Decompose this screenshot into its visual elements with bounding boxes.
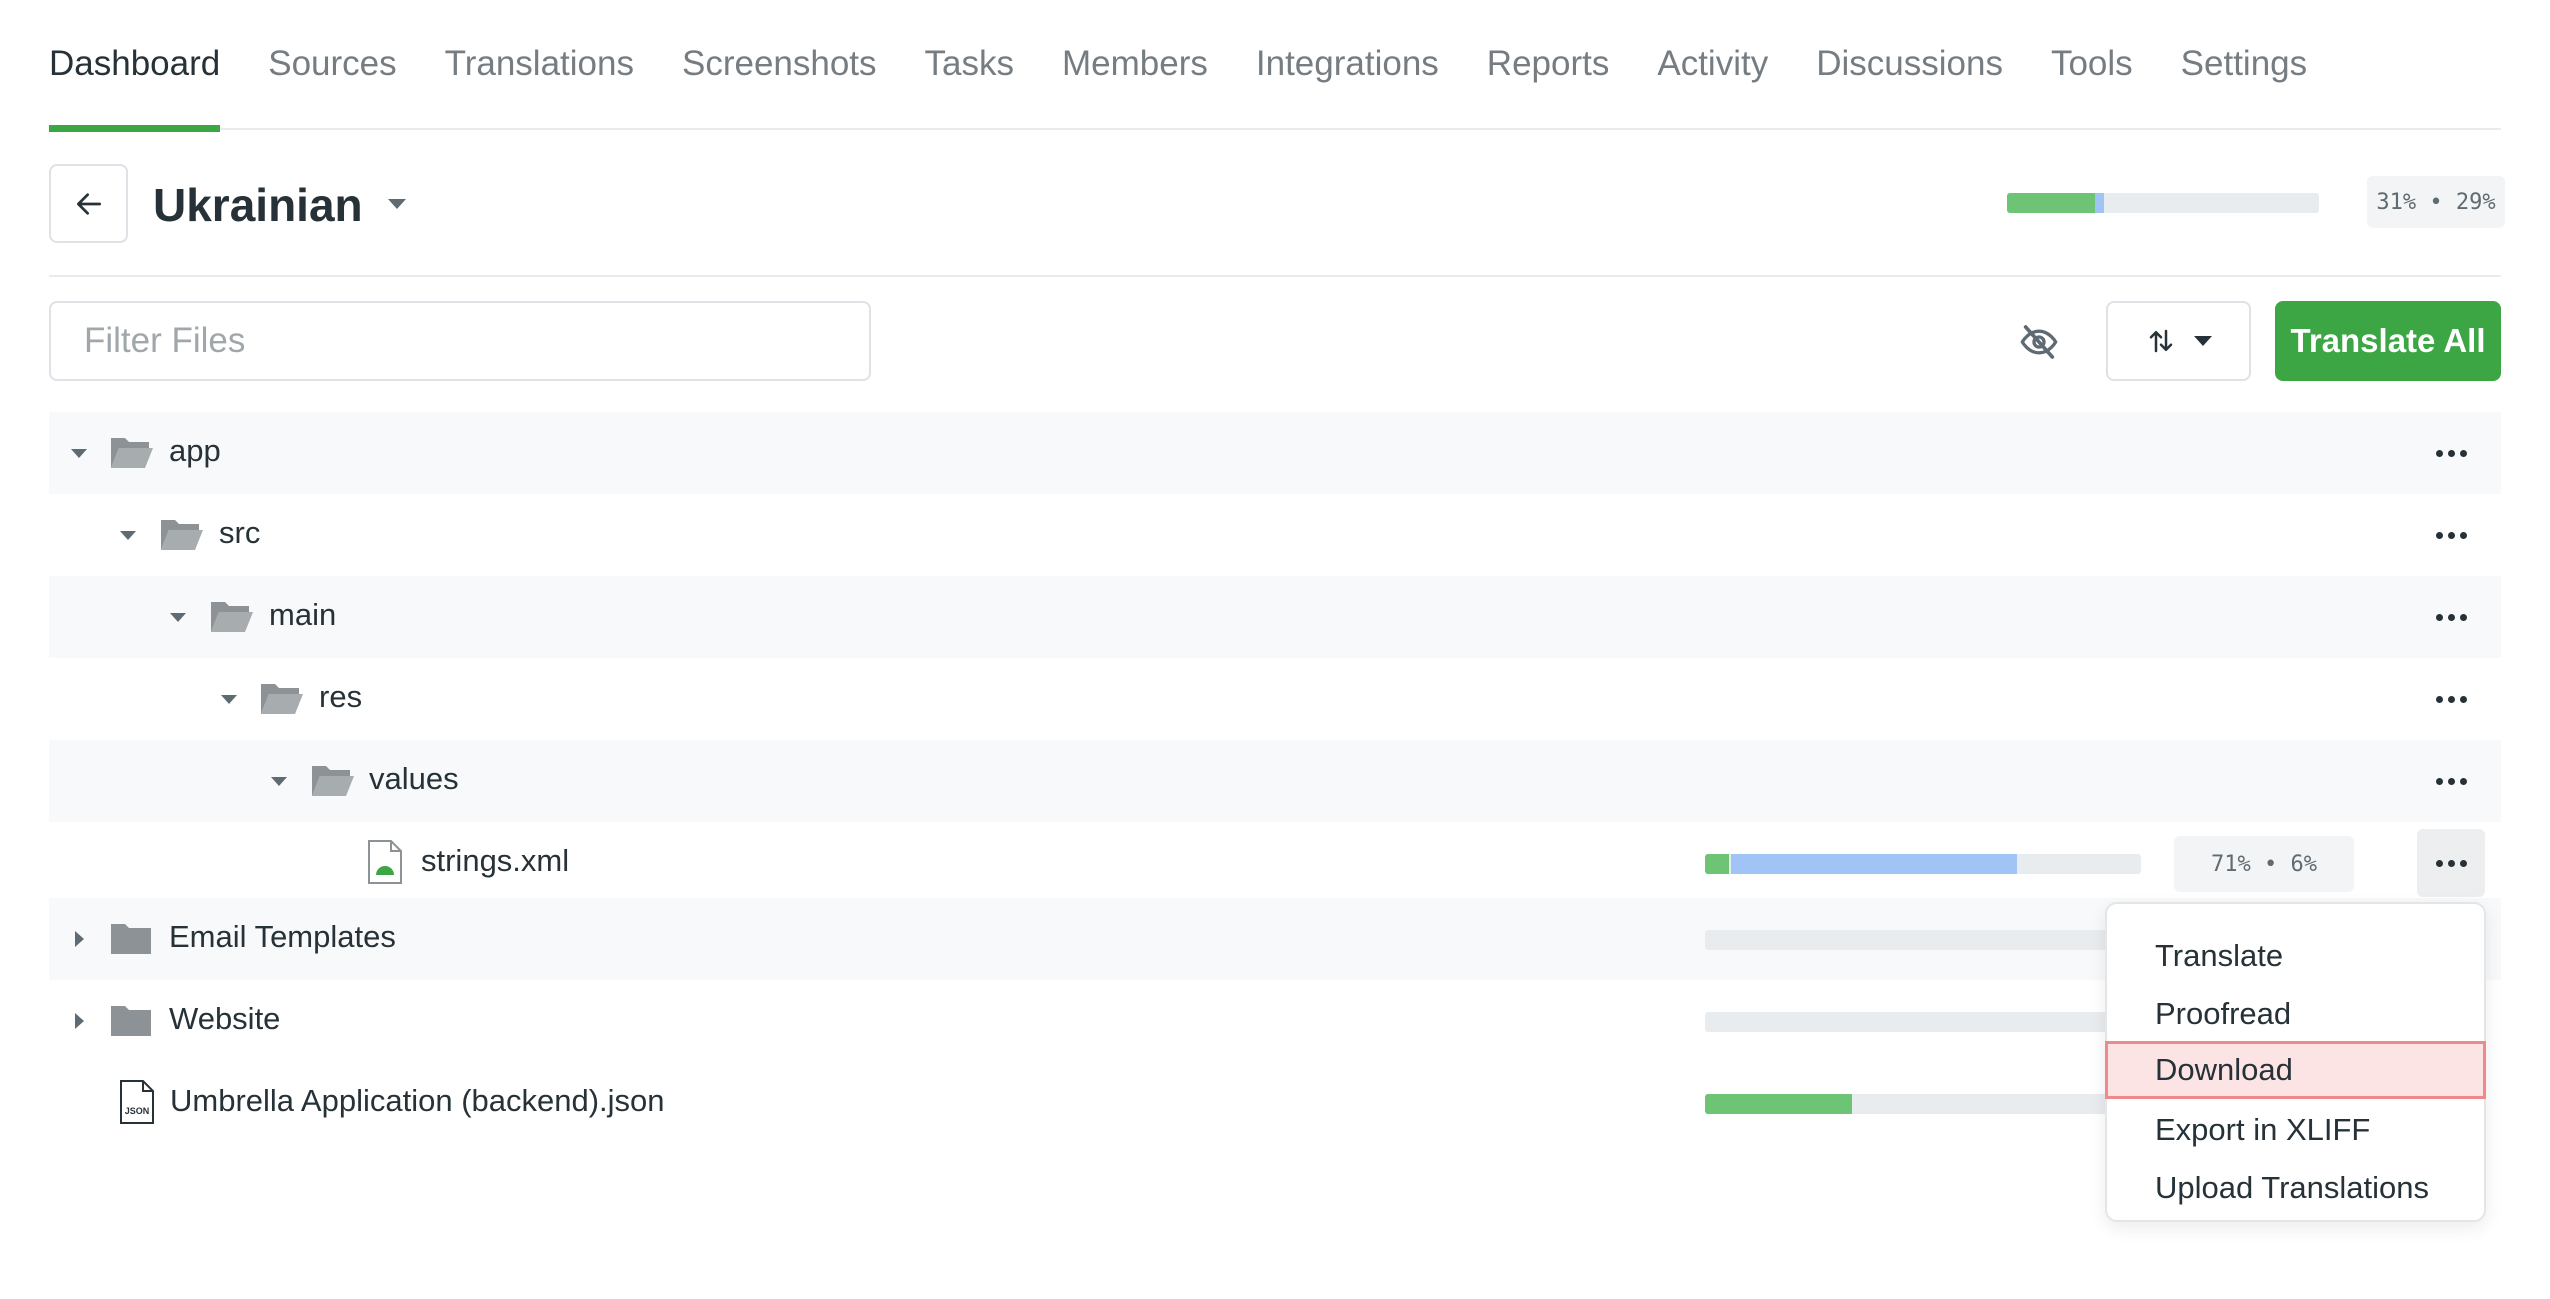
folder-open-icon [111, 438, 153, 468]
translate-all-button[interactable]: Translate All [2275, 301, 2501, 381]
tree-row-src[interactable]: src [49, 494, 2501, 576]
chevron-down-icon[interactable] [271, 777, 287, 786]
chevron-down-icon[interactable] [71, 449, 87, 458]
more-actions-button[interactable] [2417, 675, 2485, 723]
tab-members[interactable]: Members [1062, 0, 1208, 130]
sort-button[interactable] [2106, 301, 2251, 381]
folder-open-icon [261, 684, 303, 714]
json-icon-text: JSON [125, 1106, 150, 1116]
tab-dashboard[interactable]: Dashboard [49, 0, 221, 132]
tab-tasks[interactable]: Tasks [925, 0, 1014, 130]
tree-item-label: Website [169, 1001, 281, 1036]
eye-slash-icon [2020, 325, 2058, 359]
sort-caret-icon [2193, 336, 2212, 346]
tree-item-label: src [219, 515, 261, 550]
progress-translated [1731, 854, 2017, 874]
tab-settings[interactable]: Settings [2181, 0, 2307, 130]
tree-item-label: app [169, 433, 221, 468]
chevron-down-icon[interactable] [170, 613, 186, 622]
file-progress-label: 71% • 6% [2174, 836, 2354, 892]
tree-item-label: res [319, 679, 363, 714]
chevron-down-icon[interactable] [120, 531, 136, 540]
tree-item-label: main [269, 597, 337, 632]
folder-open-icon [312, 766, 354, 796]
tab-activity[interactable]: Activity [1657, 0, 1768, 130]
language-caret-icon[interactable] [388, 199, 406, 209]
language-progress-bar [2007, 193, 2319, 213]
tab-sources[interactable]: Sources [268, 0, 396, 130]
tab-integrations[interactable]: Integrations [1256, 0, 1439, 130]
tree-item-label: Email Templates [169, 919, 396, 954]
menu-item-export-xliff[interactable]: Export in XLIFF [2107, 1101, 2484, 1159]
more-actions-button[interactable] [2417, 757, 2485, 805]
language-progress-label: 31% • 29% [2367, 176, 2505, 228]
menu-item-translate[interactable]: Translate [2107, 927, 2484, 985]
tree-item-label: values [369, 761, 459, 796]
file-progress-bar [1705, 1094, 2125, 1114]
folder-open-icon [211, 602, 253, 632]
menu-item-proofread[interactable]: Proofread [2107, 985, 2484, 1043]
tree-row-app[interactable]: app [49, 412, 2501, 494]
tree-row-strings-xml[interactable]: strings.xml 71% • 6% [49, 822, 2501, 904]
chevron-down-icon[interactable] [221, 695, 237, 704]
chevron-right-icon[interactable] [75, 931, 84, 947]
more-actions-button[interactable] [2417, 429, 2485, 477]
tree-row-main[interactable]: main [49, 576, 2501, 658]
json-file-icon: JSON [120, 1080, 154, 1124]
progress-approved [1705, 1094, 1852, 1114]
folder-progress-bar [1705, 930, 2125, 950]
tab-tools[interactable]: Tools [2051, 0, 2133, 130]
language-title[interactable]: Ukrainian [153, 178, 363, 232]
more-actions-button[interactable] [2417, 593, 2485, 641]
arrow-left-icon [76, 192, 101, 215]
tree-item-label: Umbrella Application (backend).json [170, 1083, 665, 1118]
tab-screenshots[interactable]: Screenshots [682, 0, 877, 130]
top-navigation: Dashboard Sources Translations Screensho… [49, 0, 2501, 132]
progress-approved [1705, 854, 1729, 874]
tree-row-res[interactable]: res [49, 658, 2501, 740]
menu-item-upload-translations[interactable]: Upload Translations [2107, 1159, 2484, 1217]
more-actions-button[interactable] [2417, 829, 2485, 897]
file-progress-bar [1705, 854, 2141, 874]
chevron-right-icon[interactable] [75, 1013, 84, 1029]
progress-translated [2095, 193, 2104, 213]
folder-icon [111, 1006, 151, 1036]
file-context-menu: Translate Proofread Download Export in X… [2105, 902, 2486, 1222]
tab-translations[interactable]: Translations [445, 0, 634, 130]
folder-icon [111, 924, 151, 954]
sort-arrows-icon [2149, 329, 2172, 353]
tab-discussions[interactable]: Discussions [1816, 0, 2003, 130]
header-divider [49, 275, 2501, 277]
more-actions-button[interactable] [2417, 511, 2485, 559]
tab-reports[interactable]: Reports [1487, 0, 1610, 130]
tree-item-label: strings.xml [421, 843, 570, 878]
menu-item-download[interactable]: Download [2105, 1041, 2486, 1099]
tree-row-values[interactable]: values [49, 740, 2501, 822]
back-button[interactable] [49, 164, 128, 243]
folder-progress-bar [1705, 1012, 2125, 1032]
progress-approved [2007, 193, 2095, 213]
folder-open-icon [161, 520, 203, 550]
android-file-icon [368, 840, 402, 884]
hide-toggle-button[interactable] [2015, 318, 2063, 366]
filter-files-input[interactable] [49, 301, 871, 381]
